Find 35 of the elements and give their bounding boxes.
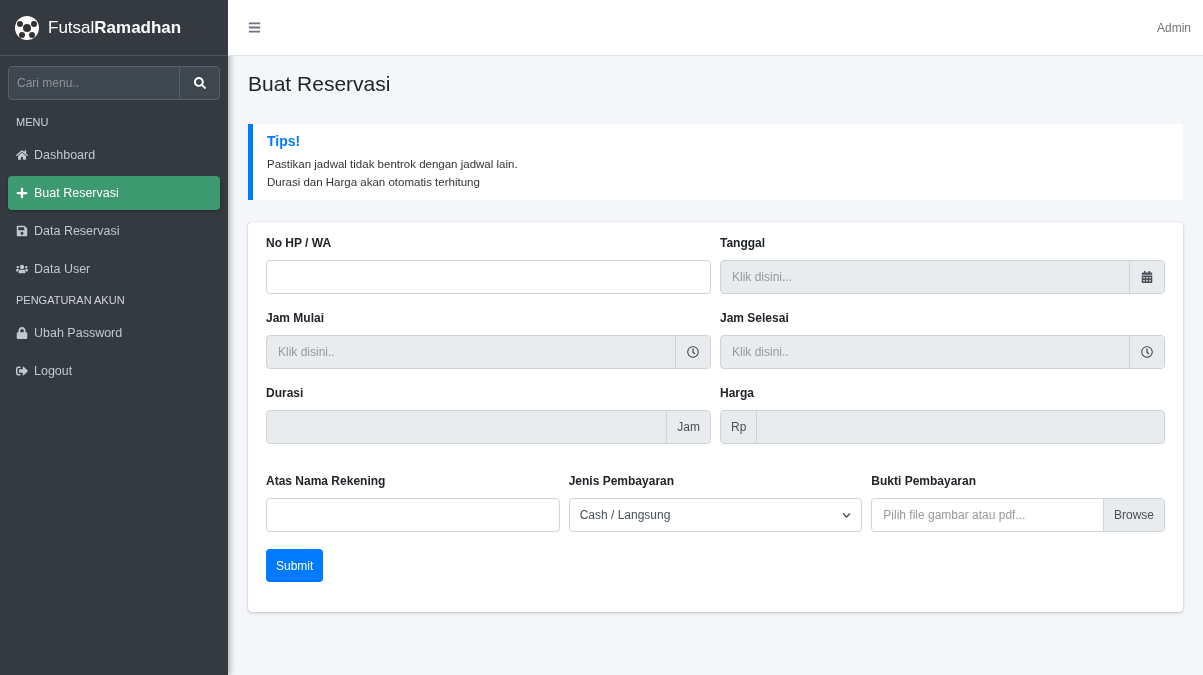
search-icon <box>193 77 206 89</box>
menu-item[interactable]: Buat Reservasi <box>8 176 220 210</box>
user-name[interactable]: Admin <box>1157 20 1191 35</box>
menu-item[interactable]: Data User <box>8 252 220 286</box>
field-label: Jam Selesai <box>720 311 790 325</box>
text-field[interactable] <box>266 260 711 294</box>
logo-icon <box>14 14 40 41</box>
field-label: Tanggal <box>720 236 767 250</box>
page-title: Buat Reservasi <box>248 72 392 96</box>
chevron-icon <box>842 510 852 520</box>
menu-item[interactable]: Data Reservasi <box>8 214 220 248</box>
menu-item[interactable]: Ubah Password <box>8 316 220 350</box>
clock-icon <box>687 346 699 358</box>
menu-item[interactable]: Dashboard <box>8 138 220 172</box>
callout-text: Pastikan jadwal tidak bentrok dengan jadwal lain. <box>267 157 519 172</box>
calendar-icon <box>1141 271 1153 283</box>
field-label: Bukti Pembayaran <box>871 474 978 488</box>
file-field[interactable]: Pilih file gambar atau pdf... Browse <box>871 498 1165 532</box>
text-field[interactable] <box>266 498 560 532</box>
menu-heading: PENGATURAN AKUN <box>15 293 126 308</box>
menu-heading: MENU <box>15 115 50 130</box>
field-label: Harga <box>720 386 755 400</box>
field-label: Atas Nama Rekening <box>266 474 387 488</box>
field-label: Jam Mulai <box>266 311 326 325</box>
field-label: No HP / WA <box>266 236 333 250</box>
field-label: Durasi <box>266 386 305 400</box>
callout-title: Tips! <box>267 133 302 149</box>
callout-text: Durasi dan Harga akan otomatis terhitung <box>267 175 481 190</box>
brand-name[interactable]: FutsalRamadhan <box>48 17 182 38</box>
select-field[interactable]: Cash / Langsung <box>568 498 863 532</box>
menu-item[interactable]: Logout <box>8 354 220 388</box>
submit-button[interactable]: Submit <box>266 549 324 582</box>
clock-icon <box>1141 346 1153 358</box>
field-label: Jenis Pembayaran <box>568 474 676 488</box>
browse-button[interactable]: Browse <box>1102 499 1164 531</box>
